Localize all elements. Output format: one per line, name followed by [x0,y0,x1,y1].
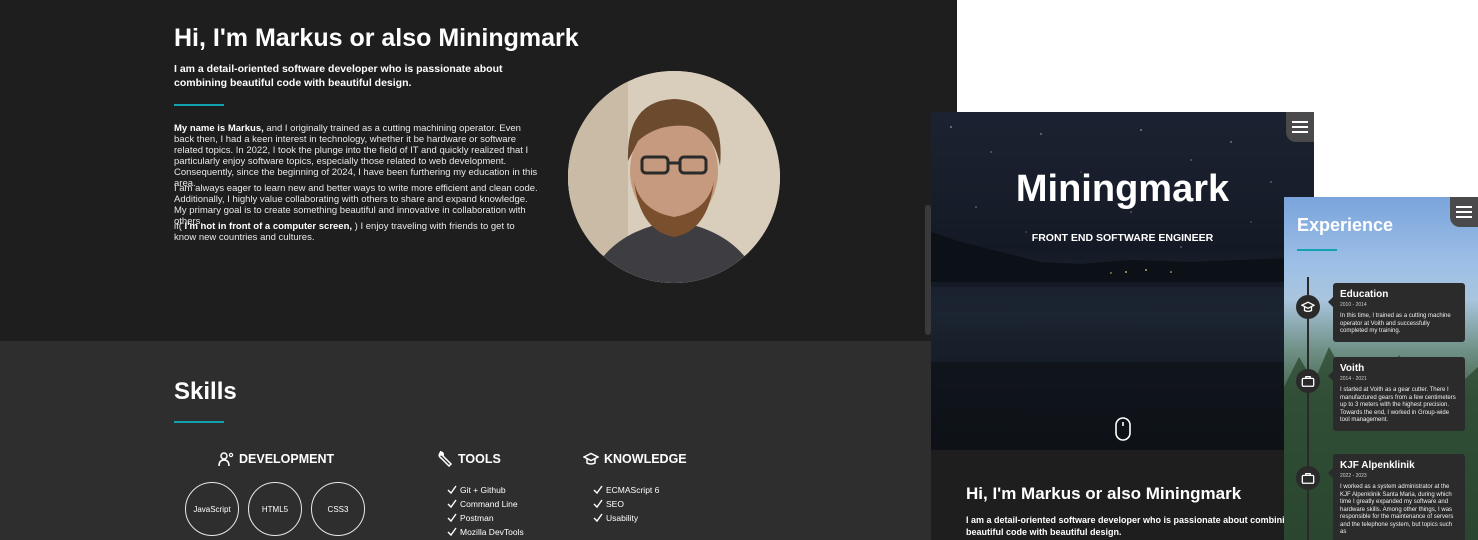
list-item-label: SEO [606,499,624,509]
menu-icon-line [1456,206,1472,208]
hamburger-menu-button[interactable] [1286,112,1314,142]
experience-text: I started at Voith as a gear cutter. The… [1340,387,1456,423]
hero-title: Miningmark [1015,168,1230,210]
about-lead: I am a detail-oriented software develope… [966,515,1296,537]
skills-section: Skills DEVELOPMENT TOOLS KNOWLEDGE JavaS… [0,341,957,540]
about-paragraph-3-pre: if( [174,221,182,232]
timeline-node [1296,295,1320,319]
tablet-view: Miningmark FRONT END SOFTWARE ENGINEER H… [931,112,1314,540]
skill-circle-javascript: JavaScript [185,482,239,536]
check-icon [447,513,457,523]
list-item: Mozilla DevTools [447,525,524,539]
accent-divider [174,104,224,106]
experience-card: Education 2010 - 2014 In this time, I tr… [1328,283,1465,342]
timeline-node [1296,466,1320,490]
list-item-label: Mozilla DevTools [460,527,524,537]
check-icon [447,485,457,495]
menu-icon-line [1292,126,1308,128]
experience-title: Voith [1340,363,1365,374]
skill-heading-development: DEVELOPMENT [218,451,334,467]
profile-photo [568,71,780,283]
profile-photo-illustration [568,71,780,283]
briefcase-icon [1301,472,1315,484]
desktop-view: Hi, I'm Markus or also Miningmark I am a… [0,0,957,540]
skill-heading-label: TOOLS [458,452,501,466]
check-icon [593,499,603,509]
about-name-bold: My name is Markus, [174,123,264,134]
experience-date: 2010 - 2014 [1340,302,1367,308]
accent-divider [1297,249,1337,251]
skill-heading-tools: TOOLS [437,451,501,467]
experience-text: In this time, I trained as a cutting mac… [1340,313,1451,334]
skill-circle-html5: HTML5 [248,482,302,536]
timeline-node [1296,369,1320,393]
experience-card: KJF Alpenklinik 2022 - 2023 I worked as … [1328,454,1465,540]
about-paragraph-3-bold: I'm not in front of a computer screen, [181,221,355,232]
experience-title: KJF Alpenklinik [1340,460,1415,471]
mobile-view: Experience Education 2010 - 2014 In this… [1284,197,1478,540]
list-item: Postman [447,511,524,525]
menu-icon-line [1456,211,1472,213]
menu-icon-line [1292,131,1308,133]
check-icon [593,485,603,495]
list-item-label: ECMAScript 6 [606,485,660,495]
card-pointer [1328,371,1333,381]
list-item-label: Usability [606,513,639,523]
briefcase-icon [1301,375,1315,387]
about-title: Hi, I'm Markus or also Miningmark [174,24,579,52]
menu-icon-line [1456,216,1472,218]
list-item: Git + Github [447,483,524,497]
experience-date: 2014 - 2021 [1340,376,1367,382]
about-paragraph-1: My name is Markus, and I originally trai… [174,123,539,189]
check-icon [447,499,457,509]
experience-card: Voith 2014 - 2021 I started at Voith as … [1328,357,1465,431]
skill-heading-label: DEVELOPMENT [239,452,335,466]
hamburger-menu-button[interactable] [1450,197,1478,227]
menu-icon-line [1292,121,1308,123]
accent-divider [174,421,224,423]
check-icon [593,513,603,523]
graduation-cap-icon [1301,301,1315,313]
skills-title: Skills [174,378,237,405]
experience-title: Education [1340,289,1389,300]
check-icon [447,527,457,537]
list-item: Command Line [447,497,524,511]
about-section: Hi, I'm Markus or also Miningmark I am a… [0,0,957,341]
night-sky-background [931,126,1314,362]
developer-icon [218,452,234,467]
experience-date: 2022 - 2023 [1340,473,1367,479]
skill-heading-label: KNOWLEDGE [604,452,687,466]
list-item-label: Command Line [460,499,518,509]
card-pointer [1328,468,1333,478]
tools-list: Git + Github Command Line Postman Mozill… [447,483,524,539]
about-paragraph-3: if( I'm not in front of a computer scree… [174,221,539,243]
graduation-cap-icon [583,452,599,465]
list-item: ECMAScript 6 [593,483,659,497]
hero-section: Miningmark FRONT END SOFTWARE ENGINEER [931,112,1314,450]
skill-circle-css3: CSS3 [311,482,365,536]
wrench-icon [438,451,453,467]
hero-subtitle: FRONT END SOFTWARE ENGINEER [1031,232,1214,244]
list-item-label: Git + Github [460,485,506,495]
experience-title: Experience [1297,215,1394,235]
list-item: SEO [593,497,659,511]
about-title: Hi, I'm Markus or also Miningmark [966,484,1242,503]
scroll-down-mouse-icon[interactable] [1114,417,1132,441]
card-pointer [1328,297,1333,307]
list-item: Usability [593,511,659,525]
about-lead: I am a detail-oriented software develope… [174,63,503,89]
list-item-label: Postman [460,513,494,523]
experience-text: I worked as a system administrator at th… [1340,484,1454,535]
skill-heading-knowledge: KNOWLEDGE [583,451,687,467]
knowledge-list: ECMAScript 6 SEO Usability [593,483,659,525]
